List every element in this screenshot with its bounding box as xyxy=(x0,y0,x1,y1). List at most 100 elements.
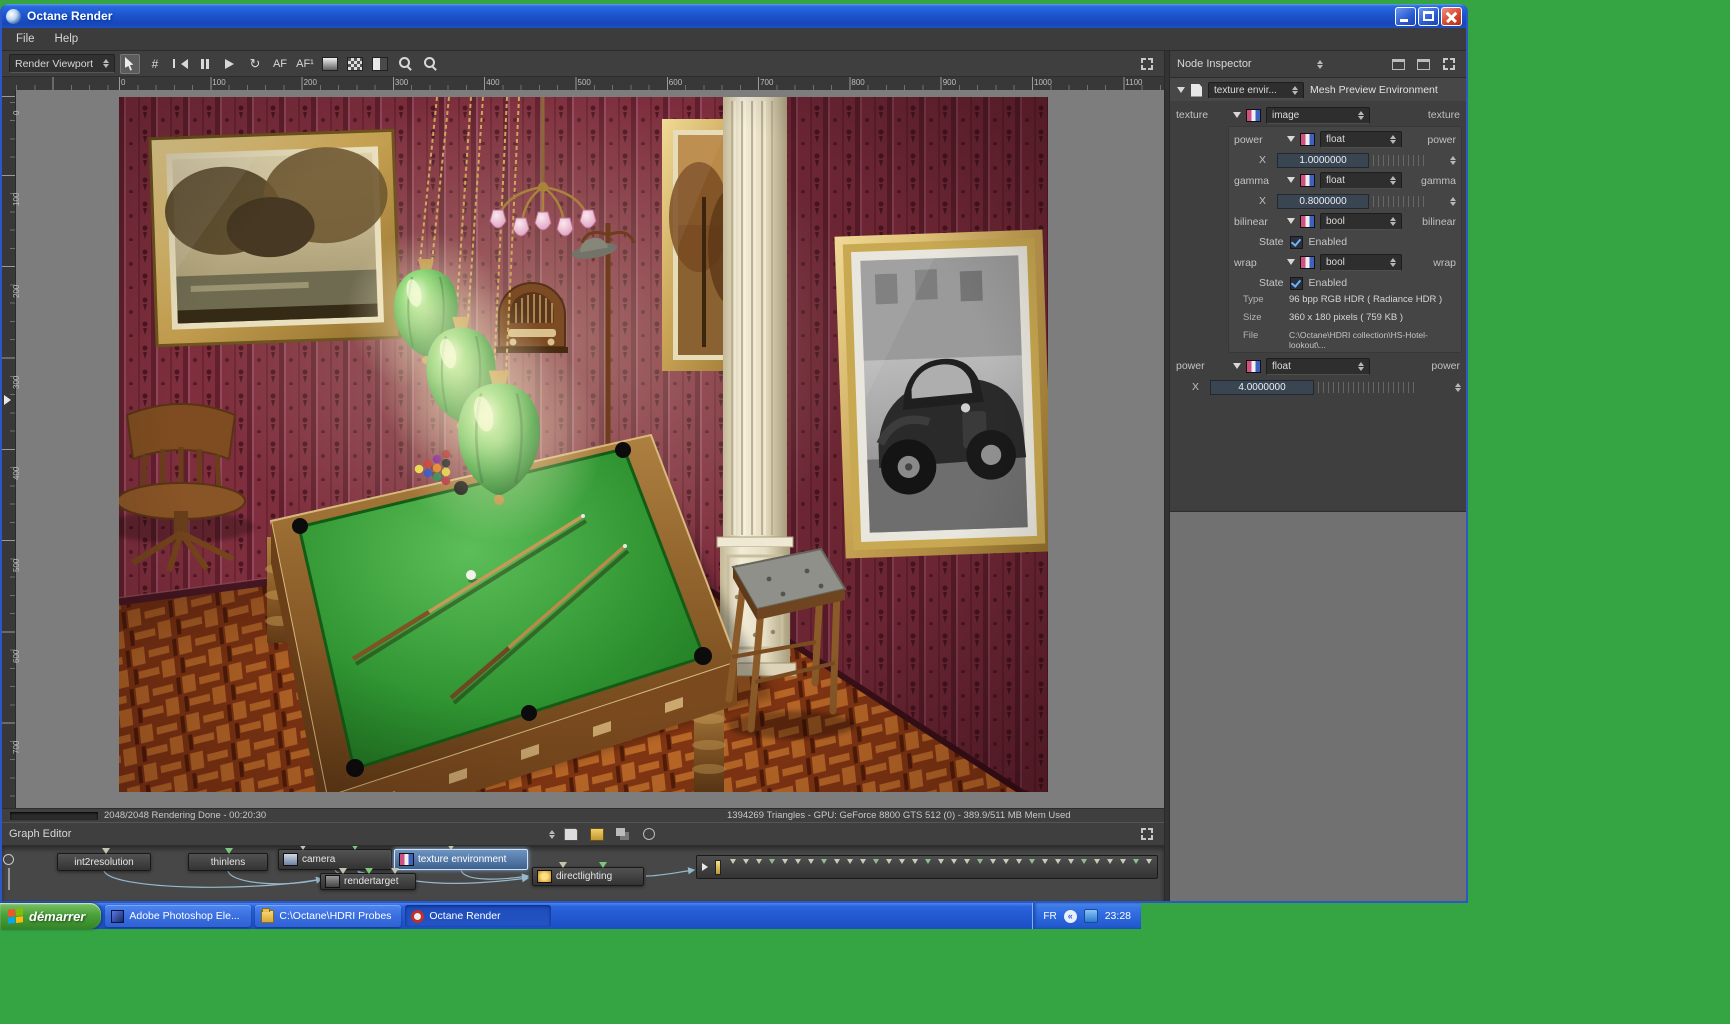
power-value-field[interactable]: 1.0000000 xyxy=(1277,152,1369,168)
pin-icon[interactable] xyxy=(782,859,788,867)
graph-new-button[interactable] xyxy=(561,824,581,844)
autofocus-alt-button[interactable]: AF¹ xyxy=(295,54,315,74)
pin-icon[interactable] xyxy=(886,859,892,867)
slider-ticks[interactable] xyxy=(1373,195,1425,207)
pin-icon[interactable] xyxy=(964,859,970,867)
task-explorer[interactable]: C:\Octane\HDRI Probes xyxy=(255,905,402,927)
grid-tool-button[interactable] xyxy=(145,54,165,74)
menu-help[interactable]: Help xyxy=(45,31,89,47)
collapse-triangle-icon[interactable] xyxy=(1233,111,1241,122)
pin-icon[interactable] xyxy=(938,859,944,867)
pin-icon[interactable] xyxy=(756,859,762,867)
restart-render-button[interactable] xyxy=(170,54,190,74)
power2-value-field[interactable]: 4.0000000 xyxy=(1210,379,1314,395)
graph-node-rendertarget[interactable]: rendertarget xyxy=(320,868,416,890)
graph-output-pinbar[interactable] xyxy=(696,855,1158,879)
bilinear-type-select[interactable]: bool xyxy=(1320,213,1402,230)
graph-node-texture-environment[interactable]: texture environment xyxy=(394,846,528,870)
pin-icon[interactable] xyxy=(1133,859,1139,867)
pin-icon[interactable] xyxy=(912,859,918,867)
graph-open-button[interactable] xyxy=(587,824,607,844)
pin-icon[interactable] xyxy=(730,859,736,867)
pin-icon[interactable] xyxy=(1068,859,1074,867)
pin-icon[interactable] xyxy=(1003,859,1009,867)
node-pin-icon[interactable] xyxy=(351,846,359,854)
pause-render-button[interactable] xyxy=(195,54,215,74)
node-pin-icon[interactable] xyxy=(339,868,347,878)
node-pin-icon[interactable] xyxy=(559,862,567,872)
power-type-select[interactable]: float xyxy=(1320,131,1402,148)
collapse-triangle-icon[interactable] xyxy=(1287,259,1295,269)
tray-app-icon[interactable] xyxy=(1083,909,1098,923)
pin-icon[interactable] xyxy=(1146,859,1152,867)
render-viewport[interactable]: 0 100 200 300 400 500 600 700 xyxy=(2,90,1164,808)
task-photoshop[interactable]: Adobe Photoshop Ele... xyxy=(105,905,252,927)
zoom-in-button[interactable] xyxy=(395,54,415,74)
node-pin-icon[interactable] xyxy=(225,848,233,858)
pin-icon[interactable] xyxy=(795,859,801,867)
slider-ticks[interactable] xyxy=(1373,154,1425,166)
pin-icon[interactable] xyxy=(1107,859,1113,867)
spinner-icon[interactable] xyxy=(1455,380,1461,395)
graph-node-camera[interactable]: camera xyxy=(278,846,392,870)
pin-icon[interactable] xyxy=(860,859,866,867)
menu-file[interactable]: File xyxy=(6,31,45,47)
refresh-button[interactable] xyxy=(245,54,265,74)
graph-side-tab[interactable] xyxy=(3,854,14,894)
node-pin-icon[interactable] xyxy=(447,846,455,854)
collapse-triangle-icon[interactable] xyxy=(1287,177,1295,187)
viewport-selector[interactable]: Render Viewport xyxy=(9,54,115,73)
pin-icon[interactable] xyxy=(990,859,996,867)
pane-toggle-icon[interactable] xyxy=(4,395,16,405)
collapse-triangle-icon[interactable] xyxy=(1233,362,1241,373)
spinner-icon[interactable] xyxy=(1317,57,1324,72)
inspector-float-button[interactable] xyxy=(1414,54,1434,74)
spinner-icon[interactable] xyxy=(103,56,109,71)
tonemap-button[interactable] xyxy=(320,54,340,74)
graph-node-thinlens[interactable]: thinlens xyxy=(188,848,268,871)
node-pin-icon[interactable] xyxy=(599,862,607,872)
gamma-value-field[interactable]: 0.8000000 xyxy=(1277,193,1369,209)
pin-icon[interactable] xyxy=(1016,859,1022,867)
task-octane[interactable]: Octane Render xyxy=(405,905,552,927)
bilinear-checkbox[interactable] xyxy=(1289,235,1303,249)
viewport-expand-button[interactable] xyxy=(1137,54,1157,74)
node-pin-icon[interactable] xyxy=(299,846,307,854)
gamma-type-select[interactable]: float xyxy=(1320,172,1402,189)
pin-icon[interactable] xyxy=(951,859,957,867)
pin-icon[interactable] xyxy=(1120,859,1126,867)
spinner-icon[interactable] xyxy=(549,827,556,842)
autofocus-button[interactable]: AF xyxy=(270,54,290,74)
collapse-triangle-icon[interactable] xyxy=(1177,86,1185,97)
graph-editor-canvas[interactable]: int2resolution thinlens camera texture e… xyxy=(2,846,1164,901)
close-button[interactable] xyxy=(1441,6,1462,26)
collapse-triangle-icon[interactable] xyxy=(1287,136,1295,146)
select-tool-button[interactable] xyxy=(120,53,140,74)
titlebar[interactable]: Octane Render xyxy=(2,4,1466,28)
pin-icon[interactable] xyxy=(925,859,931,867)
pin-icon[interactable] xyxy=(1081,859,1087,867)
pin-icon[interactable] xyxy=(743,859,749,867)
hide-icons-chevron[interactable]: « xyxy=(1063,909,1077,923)
inspector-expand-button[interactable] xyxy=(1439,54,1459,74)
graph-node-int2resolution[interactable]: int2resolution xyxy=(57,848,151,871)
pin-icon[interactable] xyxy=(808,859,814,867)
slider-ticks[interactable] xyxy=(1318,381,1418,393)
pin-icon[interactable] xyxy=(1042,859,1048,867)
spinner-icon[interactable] xyxy=(1450,194,1456,209)
pin-icon[interactable] xyxy=(1055,859,1061,867)
graph-settings-button[interactable] xyxy=(639,824,659,844)
start-button[interactable]: démarrer xyxy=(0,903,102,929)
texture-type-select[interactable]: image xyxy=(1266,106,1370,124)
collapse-triangle-icon[interactable] xyxy=(1287,218,1295,228)
pin-icon[interactable] xyxy=(847,859,853,867)
zoom-out-button[interactable] xyxy=(420,54,440,74)
graph-node-directlighting[interactable]: directlighting xyxy=(532,862,644,886)
pin-icon[interactable] xyxy=(769,859,775,867)
pin-icon[interactable] xyxy=(977,859,983,867)
pin-icon[interactable] xyxy=(834,859,840,867)
spinner-icon[interactable] xyxy=(1450,153,1456,168)
wrap-type-select[interactable]: bool xyxy=(1320,254,1402,271)
power2-type-select[interactable]: float xyxy=(1266,357,1370,375)
collapse-arrow-icon[interactable] xyxy=(702,863,712,871)
